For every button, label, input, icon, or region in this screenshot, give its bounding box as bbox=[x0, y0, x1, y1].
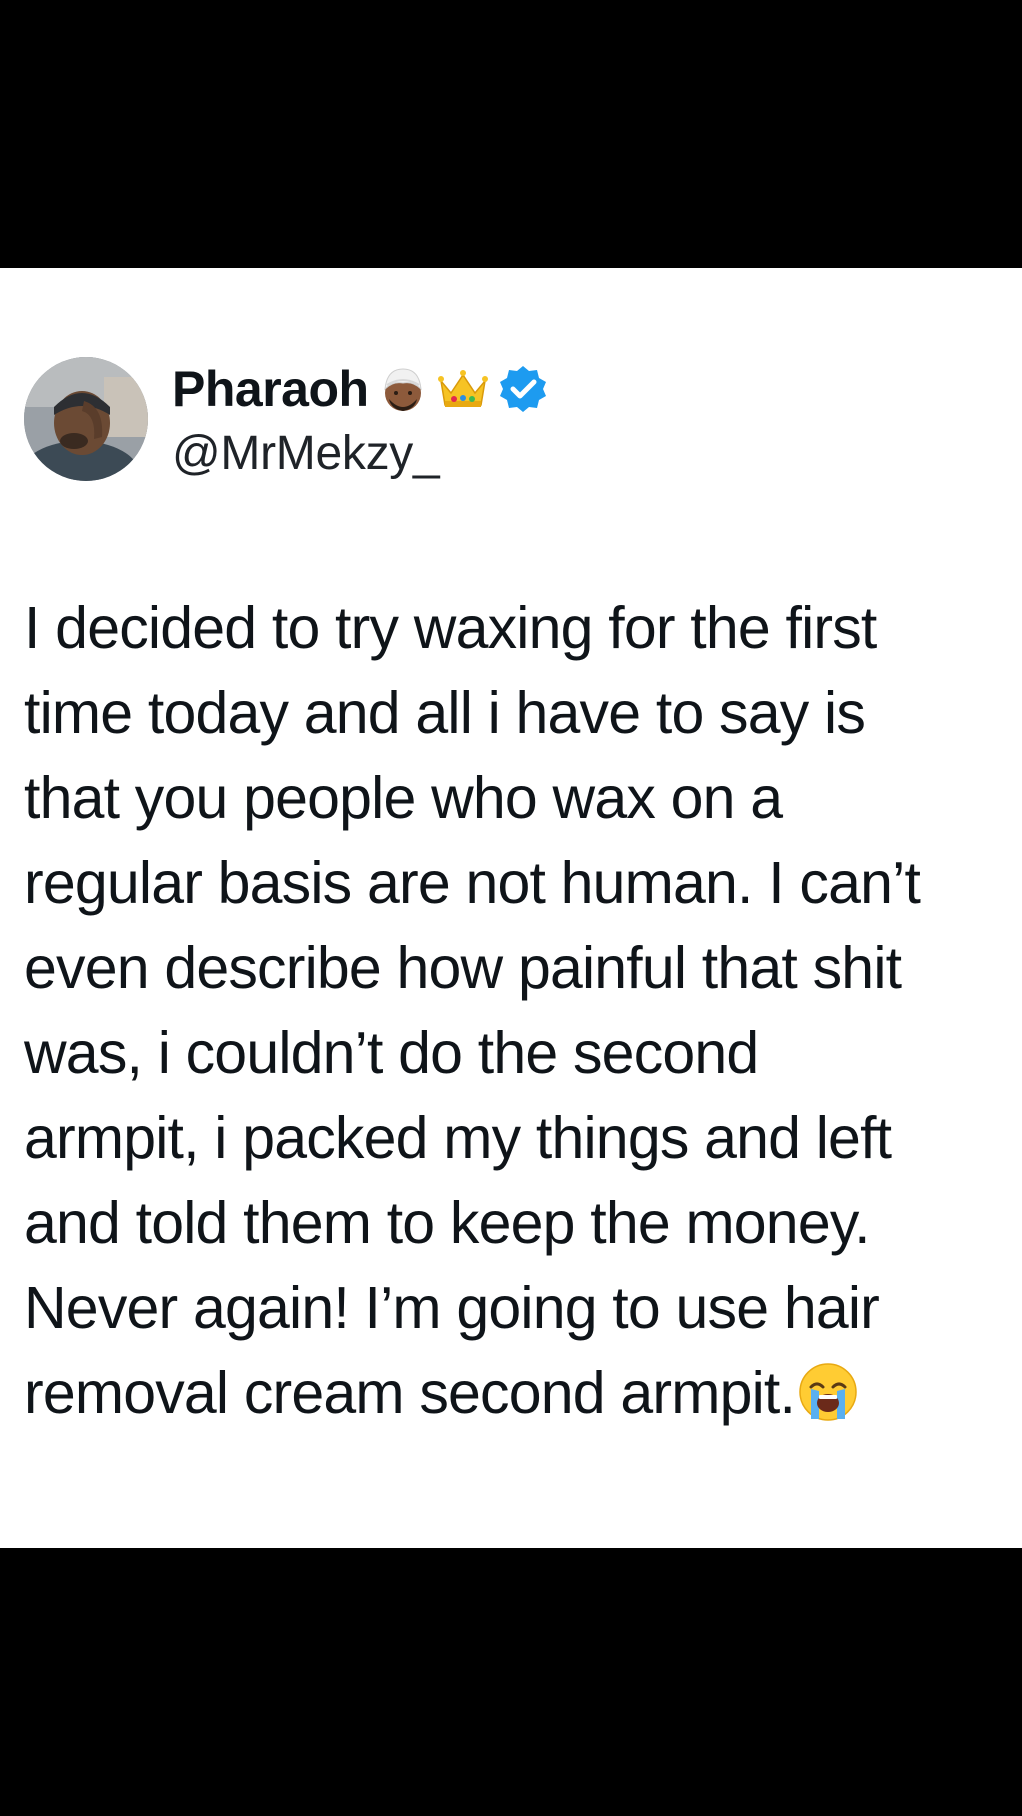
loudly-crying-face-icon bbox=[797, 1361, 859, 1423]
tweet-text-line: was, i couldn’t do the second bbox=[24, 1020, 759, 1086]
tweet-text-line: regular basis are not human. I can’t bbox=[24, 850, 921, 916]
name-row: Pharaoh bbox=[172, 358, 549, 420]
tweet-text: I decided to try waxing for the first ti… bbox=[24, 586, 1004, 1436]
verified-badge-icon bbox=[497, 363, 549, 415]
tweet-text-line: removal cream second armpit. bbox=[24, 1360, 796, 1426]
author-info: Pharaoh @MrMekzy_ bbox=[172, 358, 549, 481]
crown-icon bbox=[437, 363, 489, 415]
tweet-text-line: I decided to try waxing for the first bbox=[24, 595, 877, 661]
screenshot-frame: Pharaoh @MrMekzy_ I decided to try waxin… bbox=[0, 0, 1022, 1816]
avatar[interactable] bbox=[24, 357, 148, 481]
user-handle[interactable]: @MrMekzy_ bbox=[172, 426, 549, 481]
tweet-text-last-line: removal cream second armpit. bbox=[24, 1351, 1004, 1436]
tweet-text-line: armpit, i packed my things and left bbox=[24, 1105, 892, 1171]
tweet-card: Pharaoh @MrMekzy_ I decided to try waxin… bbox=[0, 268, 1022, 1548]
man-with-turban-icon bbox=[377, 363, 429, 415]
tweet-header: Pharaoh @MrMekzy_ bbox=[24, 354, 549, 484]
tweet-text-line: that you people who wax on a bbox=[24, 765, 783, 831]
display-name[interactable]: Pharaoh bbox=[172, 360, 369, 418]
tweet-text-line: Never again! I’m going to use hair bbox=[24, 1275, 880, 1341]
tweet-text-line: even describe how painful that shit bbox=[24, 935, 902, 1001]
tweet-text-line: time today and all i have to say is bbox=[24, 680, 866, 746]
tweet-text-line: and told them to keep the money. bbox=[24, 1190, 871, 1256]
